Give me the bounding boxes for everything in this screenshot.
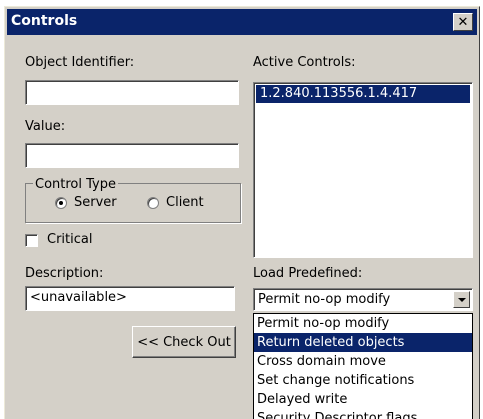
- description-label: Description:: [25, 266, 104, 281]
- close-button[interactable]: ✕: [453, 13, 473, 31]
- dropdown-option[interactable]: Set change notifications: [254, 371, 472, 390]
- control-type-label: Control Type: [33, 177, 118, 192]
- title-bar[interactable]: Controls ✕: [7, 9, 477, 35]
- dropdown-option[interactable]: Delayed write: [254, 390, 472, 409]
- dropdown-option[interactable]: Security Descriptor flags: [254, 409, 472, 419]
- description-field[interactable]: <unavailable>: [25, 286, 235, 311]
- dropdown-option[interactable]: Return deleted objects: [254, 333, 472, 352]
- value-field[interactable]: [25, 143, 239, 168]
- critical-checkbox[interactable]: [25, 234, 38, 247]
- server-radio[interactable]: [55, 197, 67, 209]
- load-predefined-select[interactable]: Permit no-op modify: [253, 288, 473, 311]
- close-icon: ✕: [457, 14, 469, 30]
- object-identifier-field[interactable]: [25, 80, 239, 105]
- load-predefined-label: Load Predefined:: [253, 266, 363, 281]
- client-radio-label[interactable]: Client: [166, 195, 204, 210]
- chevron-down-icon[interactable]: [453, 291, 470, 308]
- check-out-button[interactable]: << Check Out: [132, 326, 236, 358]
- load-predefined-dropdown[interactable]: Permit no-op modify Return deleted objec…: [253, 313, 473, 419]
- critical-label[interactable]: Critical: [47, 232, 92, 247]
- window-title: Controls: [11, 13, 78, 29]
- client-radio[interactable]: [147, 197, 159, 209]
- object-identifier-label: Object Identifier:: [25, 55, 135, 70]
- dropdown-option[interactable]: Cross domain move: [254, 352, 472, 371]
- controls-dialog: Controls ✕ Object Identifier: Value: Con…: [4, 6, 480, 419]
- active-controls-list[interactable]: 1.2.840.113556.1.4.417: [253, 82, 473, 258]
- dropdown-option[interactable]: Permit no-op modify: [254, 314, 472, 333]
- value-label: Value:: [25, 119, 66, 134]
- active-controls-label: Active Controls:: [253, 55, 356, 70]
- load-predefined-value: Permit no-op modify: [258, 292, 391, 307]
- list-item[interactable]: 1.2.840.113556.1.4.417: [256, 85, 470, 103]
- server-radio-label[interactable]: Server: [74, 195, 117, 210]
- radio-selected-dot: [59, 201, 63, 205]
